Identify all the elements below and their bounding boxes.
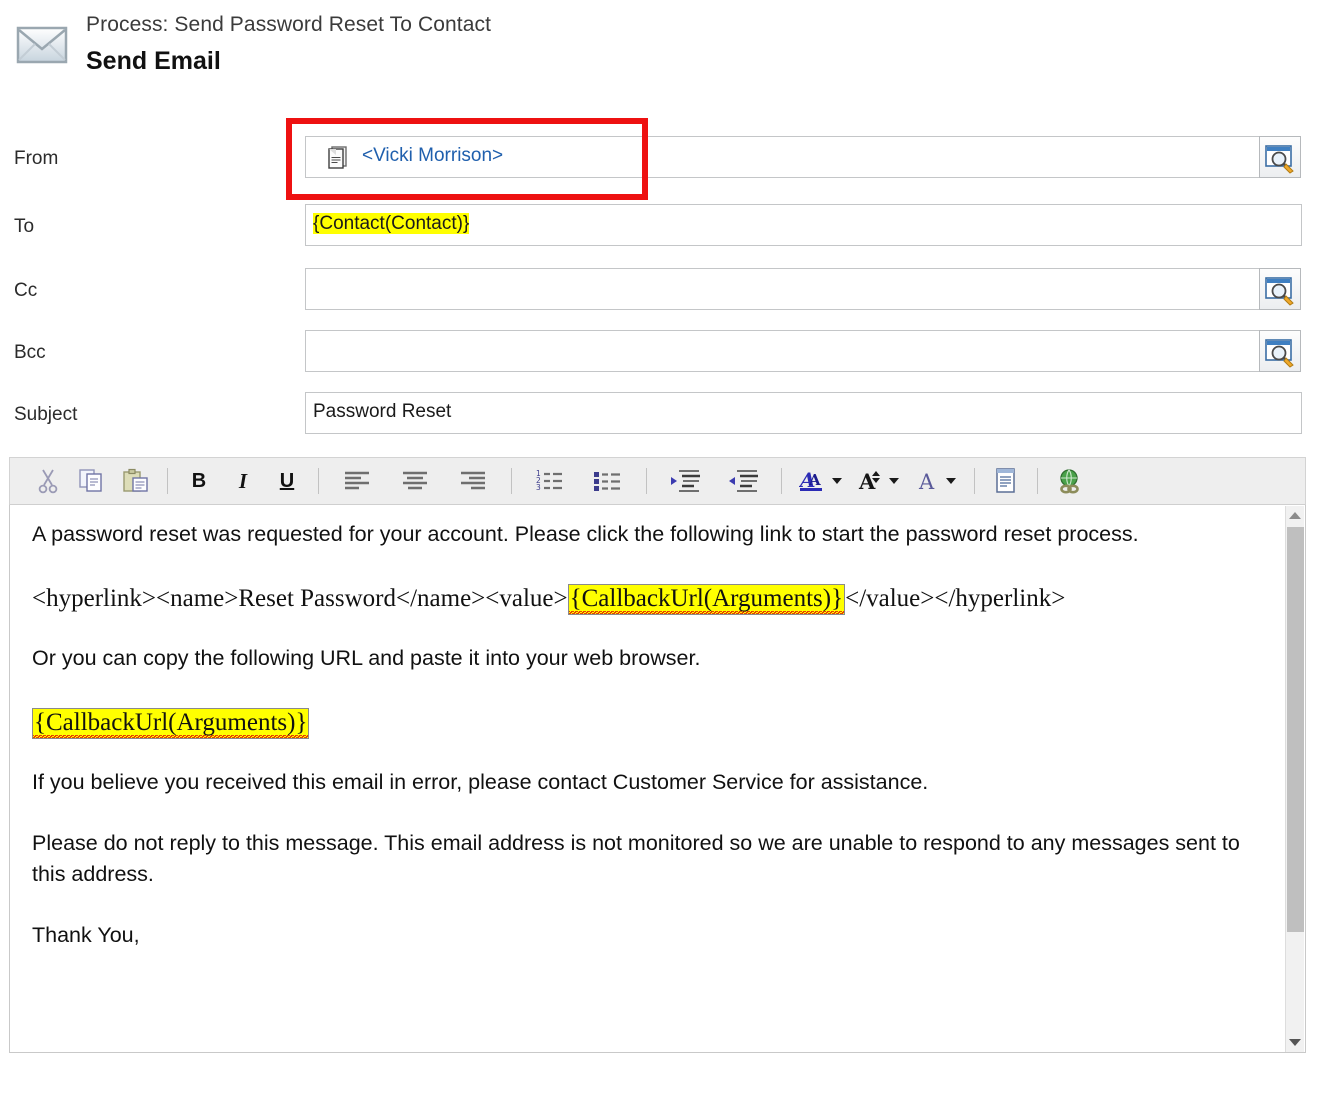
font-color-icon[interactable]: A A — [791, 460, 849, 502]
increase-indent-icon[interactable] — [656, 460, 714, 502]
field-row-from: From <Vicki Morrison> — [0, 136, 1326, 184]
from-input[interactable]: <Vicki Morrison> — [305, 136, 1260, 178]
body-vertical-scrollbar[interactable] — [1285, 506, 1304, 1052]
cc-input[interactable] — [305, 268, 1260, 310]
source-view-icon[interactable] — [984, 460, 1028, 502]
align-center-icon[interactable] — [386, 460, 444, 502]
subject-input[interactable]: Password Reset — [305, 392, 1302, 434]
to-label: To — [14, 216, 35, 237]
body-paragraph: Please do not reply to this message. Thi… — [32, 831, 1240, 886]
field-row-cc: Cc — [0, 268, 1326, 316]
process-label: Process: Send Password Reset To Contact — [86, 13, 492, 36]
callback-url-token[interactable]: {CallbackUrl(Arguments)} — [32, 708, 310, 739]
scroll-up-arrow-icon[interactable] — [1286, 506, 1304, 525]
chevron-down-icon — [831, 478, 842, 484]
bold-label: B — [191, 469, 207, 492]
svg-text:A: A — [808, 471, 821, 489]
rich-text-editor: B I U 1 2 3 A A A A A password reset was… — [9, 457, 1306, 1055]
to-value: {Contact(Contact)} — [313, 213, 470, 234]
body-paragraph: Or you can copy the following URL and pa… — [32, 646, 701, 670]
body-paragraph: Thank You, — [32, 923, 140, 947]
record-lookup-icon — [324, 144, 352, 172]
to-value-wrapper[interactable]: {Contact(Contact)} — [313, 211, 470, 237]
lookup-magnifier-icon — [1265, 145, 1294, 174]
bcc-input[interactable] — [305, 330, 1260, 372]
lookup-magnifier-icon — [1265, 339, 1294, 368]
from-lookup-button[interactable] — [1259, 136, 1301, 178]
italic-icon[interactable]: I — [221, 460, 265, 502]
editor-toolbar: B I U 1 2 3 A A A A — [9, 457, 1306, 505]
from-label: From — [14, 148, 59, 169]
cc-label: Cc — [14, 280, 38, 301]
form-header: Process: Send Password Reset To Contact … — [0, 0, 1326, 100]
bold-icon[interactable]: B — [177, 460, 221, 502]
align-right-icon[interactable] — [444, 460, 502, 502]
align-left-icon[interactable] — [328, 460, 386, 502]
font-name-icon[interactable]: A — [907, 460, 965, 502]
svg-text:3: 3 — [536, 483, 541, 492]
copy-icon[interactable] — [70, 460, 114, 502]
font-size-icon[interactable]: A — [849, 460, 907, 502]
bcc-label: Bcc — [14, 342, 46, 363]
scrollbar-thumb[interactable] — [1287, 527, 1304, 932]
cc-lookup-button[interactable] — [1259, 268, 1301, 310]
underline-label: U — [279, 469, 295, 492]
cut-icon[interactable] — [26, 460, 70, 502]
email-body-editor[interactable]: A password reset was requested for your … — [9, 505, 1306, 1053]
bulleted-list-icon[interactable] — [579, 460, 637, 502]
underline-icon[interactable]: U — [265, 460, 309, 502]
numbered-list-icon[interactable]: 123 — [521, 460, 579, 502]
envelope-icon — [12, 21, 72, 69]
subject-value[interactable]: Password Reset — [313, 399, 451, 425]
chevron-down-icon — [888, 478, 899, 484]
scroll-down-arrow-icon[interactable] — [1286, 1033, 1304, 1052]
svg-text:A: A — [918, 470, 935, 494]
body-text-segment: <hyperlink><name>Reset Password</name><v… — [32, 585, 568, 612]
to-input[interactable]: {Contact(Contact)} — [305, 204, 1302, 246]
body-paragraph: <hyperlink><name>Reset Password</name><v… — [32, 580, 1250, 617]
chevron-down-icon — [945, 478, 956, 484]
body-text-segment: </value></hyperlink> — [845, 585, 1066, 612]
bcc-lookup-button[interactable] — [1259, 330, 1301, 372]
field-row-bcc: Bcc — [0, 330, 1326, 378]
field-row-subject: Subject Password Reset — [0, 392, 1326, 440]
from-value[interactable]: <Vicki Morrison> — [362, 143, 503, 169]
italic-label: I — [238, 468, 248, 493]
page-title: Send Email — [86, 47, 221, 75]
field-row-to: To {Contact(Contact)} — [0, 204, 1326, 252]
email-body-content[interactable]: A password reset was requested for your … — [10, 505, 1270, 981]
lookup-magnifier-icon — [1265, 277, 1294, 306]
insert-link-icon[interactable] — [1047, 460, 1091, 502]
paste-icon[interactable] — [114, 460, 158, 502]
callback-url-token[interactable]: {CallbackUrl(Arguments)} — [567, 584, 846, 615]
header-text-block: Process: Send Password Reset To Contact … — [86, 10, 491, 78]
decrease-indent-icon[interactable] — [714, 460, 772, 502]
body-paragraph: {CallbackUrl(Arguments)} — [32, 704, 1250, 741]
svg-text:A: A — [858, 469, 876, 494]
body-paragraph: If you believe you received this email i… — [32, 770, 929, 794]
body-paragraph: A password reset was requested for your … — [32, 522, 1139, 546]
subject-label: Subject — [14, 404, 78, 425]
